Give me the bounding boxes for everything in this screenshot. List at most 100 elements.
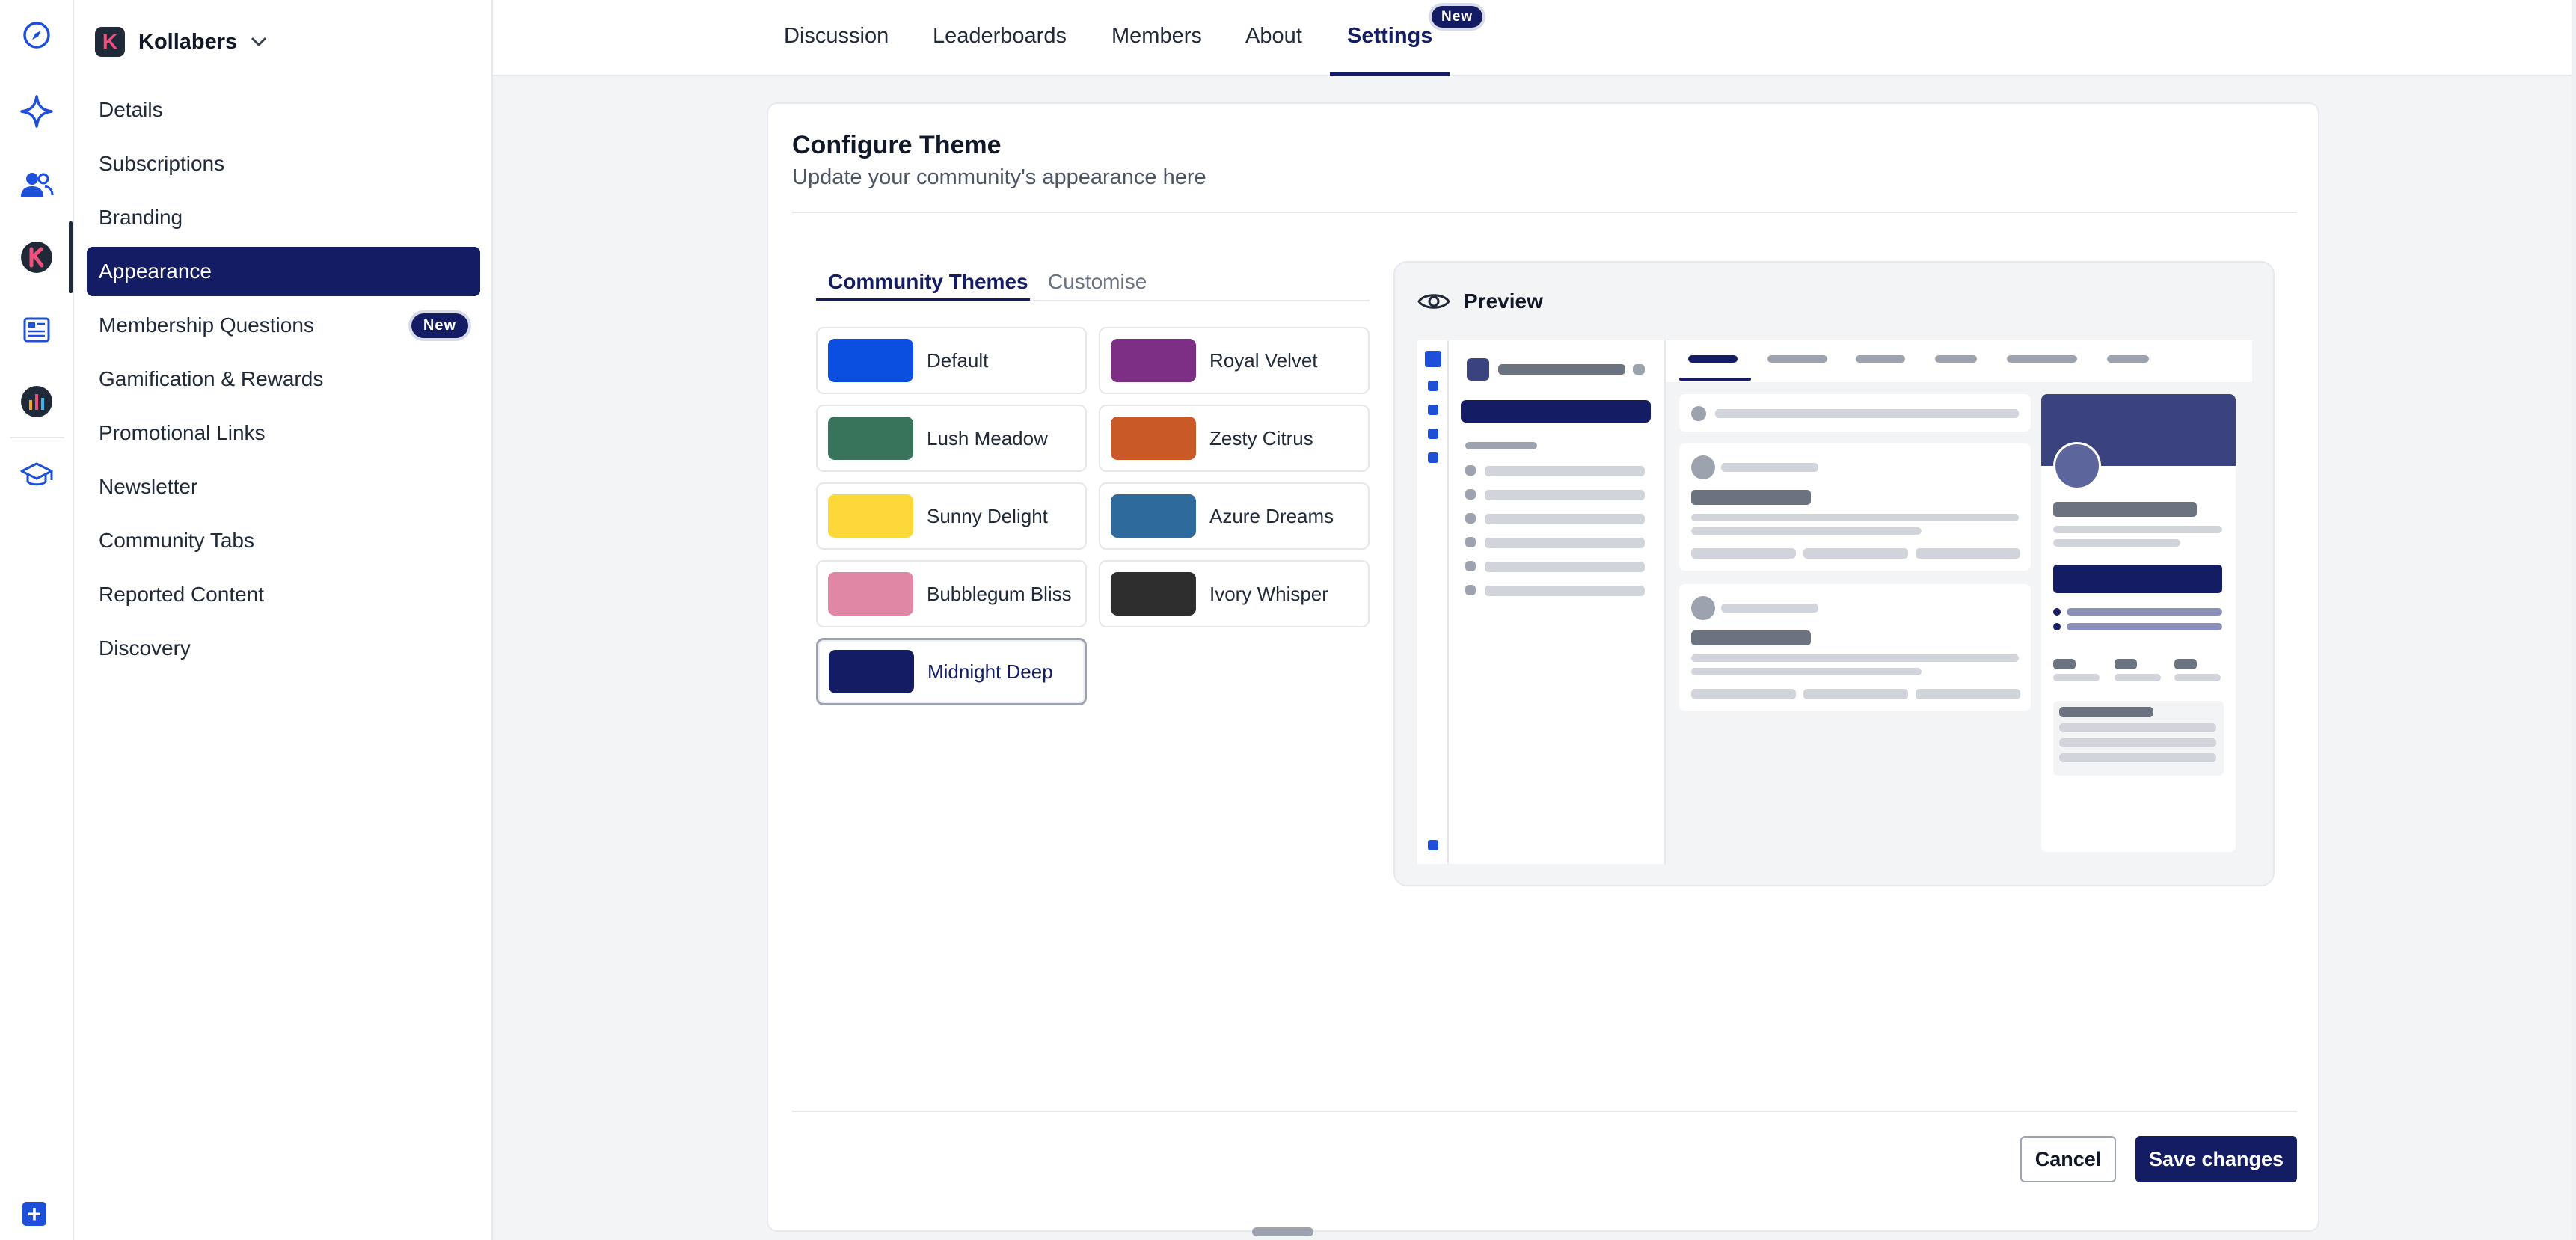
theme-ivory-whisper[interactable]: Ivory Whisper <box>1099 560 1370 627</box>
new-badge: New <box>411 313 468 338</box>
mock-composer <box>1679 394 2031 432</box>
nav-item-label: Community Tabs <box>99 529 255 552</box>
theme-name: Lush Meadow <box>927 426 1048 449</box>
nav-item-subscriptions[interactable]: Subscriptions <box>87 139 480 188</box>
theme-name: Bubblegum Bliss <box>927 582 1072 605</box>
theme-swatch <box>828 339 913 382</box>
theme-swatch <box>828 417 913 460</box>
mock-bar <box>1856 355 1905 363</box>
leaderboard-app-icon[interactable] <box>19 384 54 419</box>
card-title: Configure Theme <box>792 131 1002 159</box>
mock-sidebar <box>1449 340 1666 864</box>
newsletter-icon[interactable] <box>19 313 54 347</box>
eye-icon <box>1417 294 1450 309</box>
tab-discussion[interactable]: Discussion <box>784 24 889 49</box>
theme-subtabs: Community Themes Customise <box>816 264 1370 301</box>
theme-azure-dreams[interactable]: Azure Dreams <box>1099 482 1370 550</box>
nav-item-label: Reported Content <box>99 583 265 606</box>
tab-leaderboards[interactable]: Leaderboards <box>933 24 1067 49</box>
nav-item-discovery[interactable]: Discovery <box>87 624 480 673</box>
mock-bar <box>2115 659 2137 669</box>
nav-item-newsletter[interactable]: Newsletter <box>87 462 480 512</box>
mock-bar <box>1691 455 1715 479</box>
settings-new-badge-wrap: New <box>1432 6 1483 28</box>
subtab-underline <box>816 298 1030 301</box>
mock-bar <box>1803 689 1908 699</box>
mock-bar <box>1691 548 1796 559</box>
theme-swatch <box>829 650 914 693</box>
mock-bar <box>1465 465 1476 476</box>
nav-item-community-tabs[interactable]: Community Tabs <box>87 516 480 565</box>
settings-sidebar: K Kollabers Details Subscriptions Brandi… <box>74 0 493 1240</box>
nav-item-details[interactable]: Details <box>87 85 480 135</box>
nav-item-label: Appearance <box>99 260 212 283</box>
community-tabs-bar: Discussion Leaderboards Members About Se… <box>493 0 2572 76</box>
mock-rail-icon <box>1428 452 1438 463</box>
horizontal-scroll-handle[interactable] <box>1252 1227 1313 1236</box>
mock-bar <box>2059 723 2216 732</box>
mock-bar <box>2174 659 2197 669</box>
mock-post <box>1679 443 2031 571</box>
mock-bar <box>1691 668 1922 675</box>
mock-bar <box>1916 689 2020 699</box>
mock-tabs <box>1666 340 2252 382</box>
nav-item-label: Subscriptions <box>99 152 225 175</box>
theme-swatch <box>1111 417 1196 460</box>
theme-name: Sunny Delight <box>927 504 1048 527</box>
sparkle-icon[interactable] <box>19 94 54 129</box>
community-switcher[interactable]: K Kollabers <box>95 25 267 58</box>
mock-bar <box>1485 466 1645 476</box>
mock-bar <box>1803 548 1908 559</box>
mock-rail-icon <box>1425 351 1441 367</box>
mock-bar <box>1916 548 2020 559</box>
mock-profile-card <box>2041 394 2236 852</box>
tab-about[interactable]: About <box>1245 24 1302 49</box>
mock-bar <box>2107 355 2149 363</box>
add-community-button[interactable]: + <box>22 1202 46 1226</box>
theme-lush-meadow[interactable]: Lush Meadow <box>816 405 1087 472</box>
nav-item-appearance[interactable]: Appearance <box>87 247 480 296</box>
theme-name: Azure Dreams <box>1209 504 1334 527</box>
preview-mockup <box>1417 340 2252 864</box>
nav-item-branding[interactable]: Branding <box>87 193 480 242</box>
mock-bar <box>1465 442 1537 449</box>
cancel-button[interactable]: Cancel <box>2020 1136 2116 1182</box>
theme-sunny-delight[interactable]: Sunny Delight <box>816 482 1087 550</box>
tab-customise[interactable]: Customise <box>1048 270 1147 294</box>
theme-default[interactable]: Default <box>816 327 1087 394</box>
mock-bar <box>2007 355 2077 363</box>
tab-community-themes[interactable]: Community Themes <box>828 270 1028 294</box>
theme-royal-velvet[interactable]: Royal Velvet <box>1099 327 1370 394</box>
theme-zesty-citrus[interactable]: Zesty Citrus <box>1099 405 1370 472</box>
graduation-cap-icon[interactable] <box>19 458 54 492</box>
users-icon[interactable] <box>19 168 54 202</box>
nav-item-gamification[interactable]: Gamification & Rewards <box>87 354 480 404</box>
mock-bar <box>1465 561 1476 571</box>
theme-swatch <box>828 572 913 616</box>
mock-bar <box>2053 659 2076 669</box>
mock-bar <box>1691 654 2019 662</box>
mock-bar <box>1485 538 1645 548</box>
tab-settings[interactable]: Settings <box>1347 24 1432 49</box>
save-changes-button[interactable]: Save changes <box>2135 1136 2297 1182</box>
compass-icon[interactable] <box>19 18 54 52</box>
tab-members[interactable]: Members <box>1111 24 1202 49</box>
nav-item-label: Discovery <box>99 636 191 660</box>
mock-bar <box>1485 562 1645 572</box>
mock-bar <box>1691 514 2019 521</box>
nav-item-membership-questions[interactable]: Membership Questions New <box>87 301 480 350</box>
theme-bubblegum-bliss[interactable]: Bubblegum Bliss <box>816 560 1087 627</box>
mock-bar <box>1767 355 1827 363</box>
mock-widget <box>2053 701 2224 776</box>
mock-bar <box>1465 513 1476 524</box>
mock-bar <box>1691 527 1922 535</box>
theme-midnight-deep[interactable]: Midnight Deep <box>816 638 1087 705</box>
nav-item-reported-content[interactable]: Reported Content <box>87 570 480 619</box>
nav-item-promotional-links[interactable]: Promotional Links <box>87 408 480 458</box>
mock-bar <box>1691 689 1796 699</box>
community-k-icon[interactable] <box>19 240 54 274</box>
card-subtitle: Update your community's appearance here <box>792 165 1206 189</box>
mock-join-button <box>2053 565 2222 593</box>
theme-name: Midnight Deep <box>927 660 1053 683</box>
page-scrollbar[interactable] <box>2572 0 2576 1240</box>
